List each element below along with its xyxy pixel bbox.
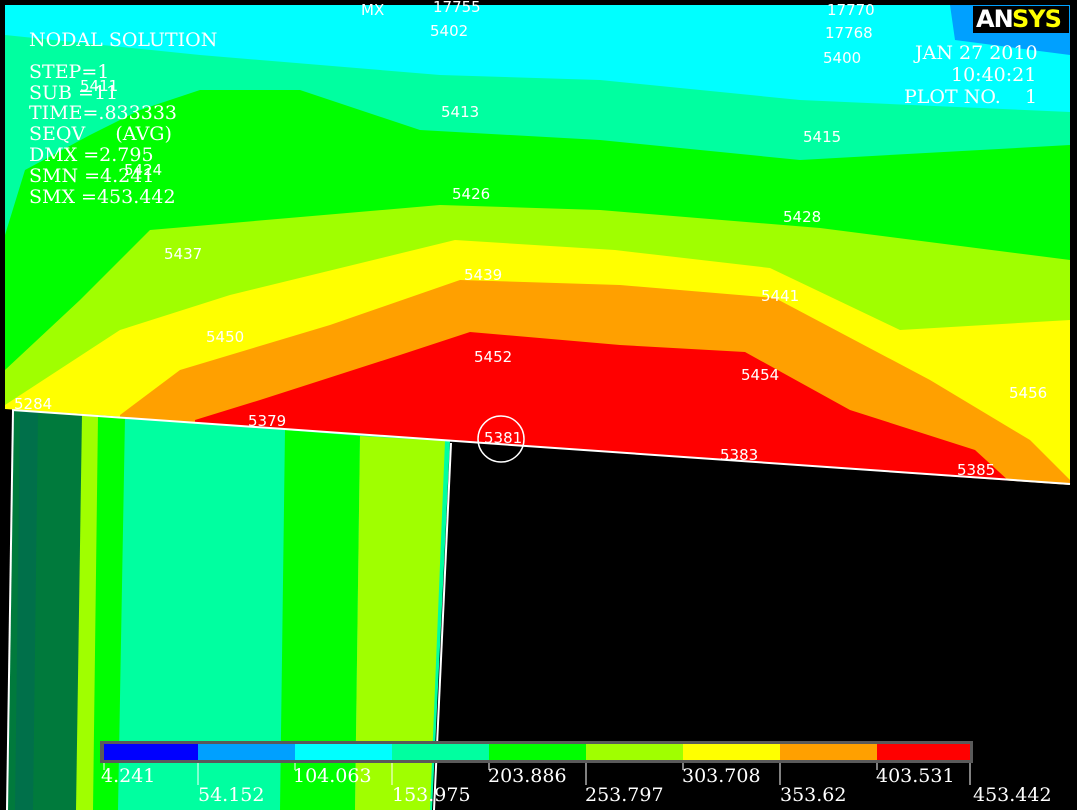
node-label: 5383: [720, 446, 759, 464]
ansys-logo: AN SYS: [973, 6, 1069, 33]
legend-label: 203.886: [488, 765, 567, 787]
info-result: SEQV (AVG): [29, 123, 172, 145]
node-label: 5454: [741, 366, 780, 384]
graphics-viewport[interactable]: AN SYS NODAL SOLUTION STEP=1 SUB =11 TIM…: [0, 0, 1077, 810]
node-label: 5381: [484, 429, 523, 447]
node-label: 5441: [761, 287, 800, 305]
node-label: 17770: [827, 1, 875, 19]
node-label: 5437: [164, 245, 203, 263]
node-label: 17755: [433, 0, 481, 16]
node-label: 5400: [823, 49, 862, 67]
logo-sys: SYS: [1012, 5, 1062, 33]
legend-swatch: [877, 744, 970, 760]
node-label: 5379: [248, 412, 287, 430]
legend-swatch: [683, 744, 780, 760]
legend-swatch: [586, 744, 683, 760]
node-label: 5284: [14, 395, 53, 413]
stamp-time: 10:40:21: [951, 64, 1037, 86]
node-label: 5450: [206, 328, 245, 346]
legend-swatch: [489, 744, 586, 760]
legend-label: 4.241: [101, 765, 156, 787]
node-label: 5424: [124, 161, 163, 179]
legend-swatch: [295, 744, 392, 760]
legend-label: 253.797: [585, 784, 664, 806]
legend-swatch: [780, 744, 877, 760]
legend-swatch: [104, 744, 198, 760]
node-label: 5456: [1009, 384, 1048, 402]
node-label: 17768: [825, 24, 873, 42]
node-label: 5415: [803, 128, 842, 146]
legend-label: 104.063: [293, 765, 372, 787]
info-time: TIME=.833333: [29, 102, 177, 124]
node-label: 5385: [957, 461, 996, 479]
node-label: 5426: [452, 185, 491, 203]
legend-label: 453.442: [973, 784, 1052, 806]
stamp-date: JAN 27 2010: [915, 42, 1038, 64]
info-title: NODAL SOLUTION: [29, 29, 218, 51]
legend-label: 353.62: [780, 784, 847, 806]
legend-swatch: [392, 744, 489, 760]
node-label-mx: MX: [361, 1, 385, 19]
legend-swatch: [198, 744, 295, 760]
node-label: 5428: [783, 208, 822, 226]
node-label: 5439: [464, 266, 503, 284]
node-label: 5452: [474, 348, 513, 366]
node-label: 5411: [80, 77, 119, 95]
legend-label: 54.152: [198, 784, 265, 806]
node-label: 5402: [430, 22, 469, 40]
legend-label: 403.531: [876, 765, 955, 787]
legend-bar: [100, 741, 973, 763]
info-smx: SMX =453.442: [29, 186, 176, 208]
legend-label: 303.708: [682, 765, 761, 787]
node-label: 5413: [441, 103, 480, 121]
legend-label: 153.975: [392, 784, 471, 806]
stamp-plot-no: PLOT NO. 1: [904, 86, 1038, 108]
logo-an: AN: [976, 5, 1014, 33]
